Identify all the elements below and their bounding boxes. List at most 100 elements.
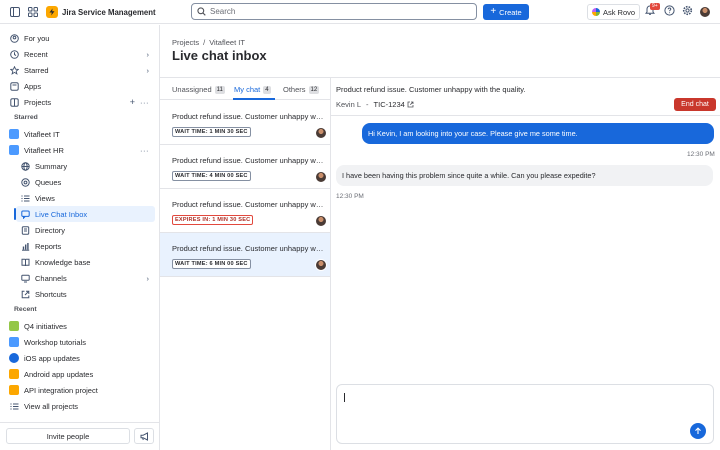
message-timestamp: 12:30 PM — [336, 193, 364, 200]
create-button[interactable]: + Create — [483, 4, 529, 20]
sidebar-item-for-you[interactable]: For you — [5, 30, 155, 46]
queues-icon — [20, 177, 30, 187]
chat-list-item[interactable]: Product refund issue. Customer unhappy w… — [160, 189, 330, 233]
add-project-icon[interactable]: + — [130, 97, 135, 107]
clock-icon — [9, 49, 19, 59]
sidebar-item-queues[interactable]: Queues — [16, 174, 155, 190]
sidebar-item-label: Vitafleet HR — [24, 145, 64, 155]
for-you-icon — [9, 33, 19, 43]
sidebar-item-api-integration-project[interactable]: API integration project — [5, 382, 155, 398]
channels-icon — [20, 273, 30, 283]
sidebar-item-label: Queues — [35, 177, 62, 187]
ticket-link[interactable]: TIC-1234 — [374, 100, 414, 109]
project-icon — [9, 369, 19, 379]
wait-time-badge: WAIT TIME: 4 MIN 00 SEC — [172, 171, 251, 181]
breadcrumb: Projects / Vitafleet IT — [172, 38, 245, 47]
sidebar-item-summary[interactable]: Summary — [16, 158, 155, 174]
sidebar-item-label: Projects — [24, 97, 52, 107]
sidebar-item-starred[interactable]: Starred › — [5, 62, 155, 78]
sidebar-item-channels[interactable]: Channels › — [16, 270, 155, 286]
tab-others[interactable]: Others 12 — [283, 85, 320, 94]
sidebar-item-label: Channels — [35, 273, 67, 283]
app-name: Jira Service Management — [62, 7, 156, 17]
end-chat-button[interactable]: End chat — [674, 98, 716, 111]
apps-icon — [9, 81, 19, 91]
sidebar-item-label: Live Chat Inbox — [35, 209, 88, 219]
sidebar-item-label: iOS app updates — [24, 353, 80, 363]
sidebar-item-label: Summary — [35, 161, 68, 171]
book-icon — [20, 257, 30, 267]
sidebar-item-view-all-projects[interactable]: View all projects — [5, 398, 155, 414]
sidebar-item-directory[interactable]: Directory — [16, 222, 155, 238]
sidebar-item-label: View all projects — [24, 401, 79, 411]
chat-list-item-selected[interactable]: Product refund issue. Customer unhappy w… — [160, 233, 330, 277]
search-box[interactable] — [191, 3, 477, 20]
ticket-id: TIC-1234 — [373, 100, 405, 109]
sidebar-item-workshop-tutorials[interactable]: Workshop tutorials — [5, 334, 155, 350]
breadcrumb-vitafleet-it[interactable]: Vitafleet IT — [209, 38, 245, 47]
tab-my-chat[interactable]: My chat 4 — [234, 85, 271, 94]
message-input[interactable] — [344, 394, 674, 414]
app-brand[interactable]: Jira Service Management — [46, 6, 156, 18]
ask-rovo-button[interactable]: Ask Rovo — [587, 4, 640, 20]
sidebar-item-label: Recent — [24, 49, 48, 59]
feedback-button[interactable] — [134, 428, 154, 444]
settings-gear-icon[interactable] — [682, 5, 693, 18]
sidebar-item-ios-app-updates[interactable]: iOS app updates — [5, 350, 155, 366]
assignee-avatar — [315, 215, 327, 227]
arrow-up-icon — [695, 427, 701, 434]
external-link-icon — [407, 101, 414, 108]
sidebar-item-live-chat-inbox[interactable]: Live Chat Inbox — [16, 206, 155, 222]
invite-people-button[interactable]: Invite people — [6, 428, 130, 444]
tab-label: Others — [283, 85, 306, 94]
sidebar-item-vitafleet-hr[interactable]: Vitafleet HR ··· — [5, 142, 155, 158]
chat-title: Product refund issue. Customer unhappy w… — [172, 112, 324, 121]
sidebar-item-label: Directory — [35, 225, 66, 235]
chat-list-item[interactable]: Product refund issue. Customer unhappy w… — [160, 145, 330, 189]
sidebar-item-knowledge-base[interactable]: Knowledge base — [16, 254, 155, 270]
tab-unassigned[interactable]: Unassigned 11 — [172, 85, 225, 94]
chevron-right-icon: › — [146, 49, 150, 59]
conversation-meta: Kevin L - TIC-1234 — [336, 100, 414, 109]
conversation-panel: Product refund issue. Customer unhappy w… — [331, 77, 720, 450]
sidebar-toggle-icon[interactable] — [8, 5, 22, 19]
sidebar-item-vitafleet-it[interactable]: Vitafleet IT — [5, 126, 155, 142]
more-icon[interactable]: ··· — [140, 98, 149, 107]
send-button[interactable] — [690, 423, 706, 439]
assignee-avatar — [315, 171, 327, 183]
sidebar-item-q4-initiatives[interactable]: Q4 initiatives — [5, 318, 155, 334]
ask-rovo-label: Ask Rovo — [602, 7, 636, 17]
sidebar-item-projects[interactable]: Projects + ··· — [5, 94, 155, 110]
search-input[interactable] — [210, 7, 460, 16]
app-switcher-icon[interactable] — [26, 5, 40, 19]
chat-icon — [20, 209, 30, 219]
message-composer[interactable] — [336, 384, 714, 444]
assignee-avatar — [315, 127, 327, 139]
starred-section-label: Starred — [14, 114, 38, 121]
sidebar: For you Recent › Starred › Apps Projects… — [0, 25, 160, 450]
breadcrumb-projects[interactable]: Projects — [172, 38, 199, 47]
tab-count: 12 — [308, 85, 320, 94]
chat-list-item[interactable]: Product refund issue. Customer unhappy w… — [160, 101, 330, 145]
sidebar-item-label: Vitafleet IT — [24, 129, 60, 139]
sidebar-item-shortcuts[interactable]: Shortcuts — [16, 286, 155, 302]
user-avatar[interactable] — [699, 6, 711, 18]
project-icon — [9, 145, 19, 155]
sidebar-item-android-app-updates[interactable]: Android app updates — [5, 366, 155, 382]
customer-name: Kevin L — [336, 100, 362, 109]
inbox-tabs: Unassigned 11 My chat 4 Others 12 — [160, 78, 330, 100]
help-icon[interactable] — [664, 5, 675, 18]
sidebar-item-views[interactable]: Views — [16, 190, 155, 206]
conversation-divider — [331, 115, 720, 116]
page-title: Live chat inbox — [172, 48, 267, 63]
notifications-badge: 9+ — [650, 3, 660, 10]
sidebar-item-apps[interactable]: Apps — [5, 78, 155, 94]
sidebar-item-reports[interactable]: Reports — [16, 238, 155, 254]
more-icon[interactable]: ··· — [140, 146, 149, 155]
list-icon — [9, 401, 19, 411]
sidebar-item-label: Android app updates — [24, 369, 94, 379]
sidebar-item-label: For you — [24, 33, 50, 43]
chat-list-panel: Unassigned 11 My chat 4 Others 12 Produc… — [160, 77, 331, 450]
recent-section-label: Recent — [14, 306, 37, 313]
sidebar-item-recent[interactable]: Recent › — [5, 46, 155, 62]
